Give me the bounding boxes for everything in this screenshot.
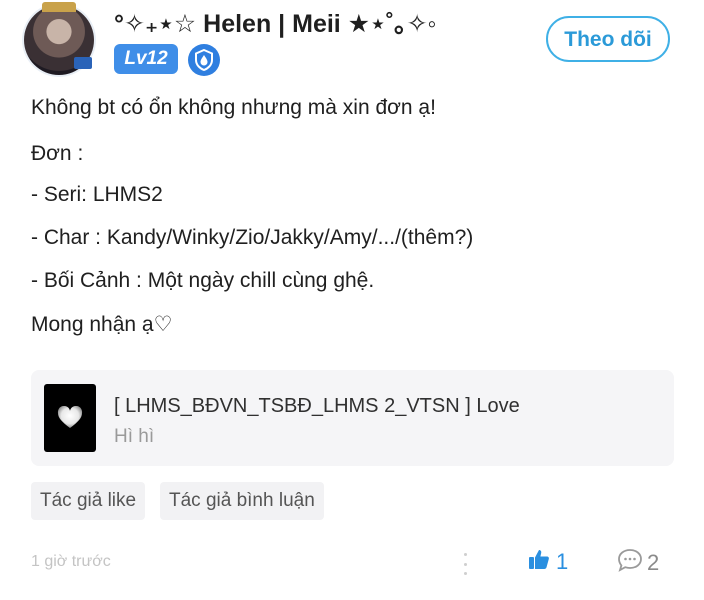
post-line: - Bối Cảnh : Một ngày chill cùng ghệ.: [31, 269, 375, 292]
post-line: Mong nhận ạ♡: [31, 313, 173, 336]
avatar-frame-badge: [74, 57, 92, 69]
linked-post-title[interactable]: [ LHMS_BĐVN_TSBĐ_LHMS 2_VTSN ] Love: [114, 395, 520, 418]
tag-author-comment[interactable]: Tác giả bình luận: [160, 482, 324, 520]
avatar-frame-crown: [42, 2, 76, 12]
post-line: - Char : Kandy/Winky/Zio/Jakky/Amy/.../(…: [31, 226, 474, 249]
user-avatar[interactable]: [24, 2, 94, 75]
comment-bubble-icon: [617, 548, 643, 578]
thumbs-up-icon: [528, 548, 550, 576]
comment-button[interactable]: 2: [617, 548, 659, 578]
more-vertical-icon[interactable]: [455, 551, 475, 577]
comment-count: 2: [647, 550, 660, 575]
username[interactable]: °✧₊⋆☆ Helen | Meii ★⋆˚｡✧◦: [114, 4, 436, 40]
heart-icon: [44, 384, 96, 452]
level-badge: Lv12: [114, 44, 178, 74]
linked-post-subtitle: Hì hì: [114, 426, 155, 447]
follow-button[interactable]: Theo dõi: [546, 16, 670, 62]
linked-post-card[interactable]: [31, 370, 674, 466]
like-button[interactable]: 1: [528, 548, 568, 576]
like-count: 1: [556, 549, 569, 574]
post-line: Không bt có ổn không nhưng mà xin đơn ạ!: [31, 96, 436, 119]
post-line: Đơn :: [31, 142, 84, 165]
shield-drop-icon: [188, 44, 220, 76]
post-line: - Seri: LHMS2: [31, 183, 163, 206]
tag-author-like[interactable]: Tác giả like: [31, 482, 146, 520]
post-timestamp: 1 giờ trước: [31, 553, 111, 570]
